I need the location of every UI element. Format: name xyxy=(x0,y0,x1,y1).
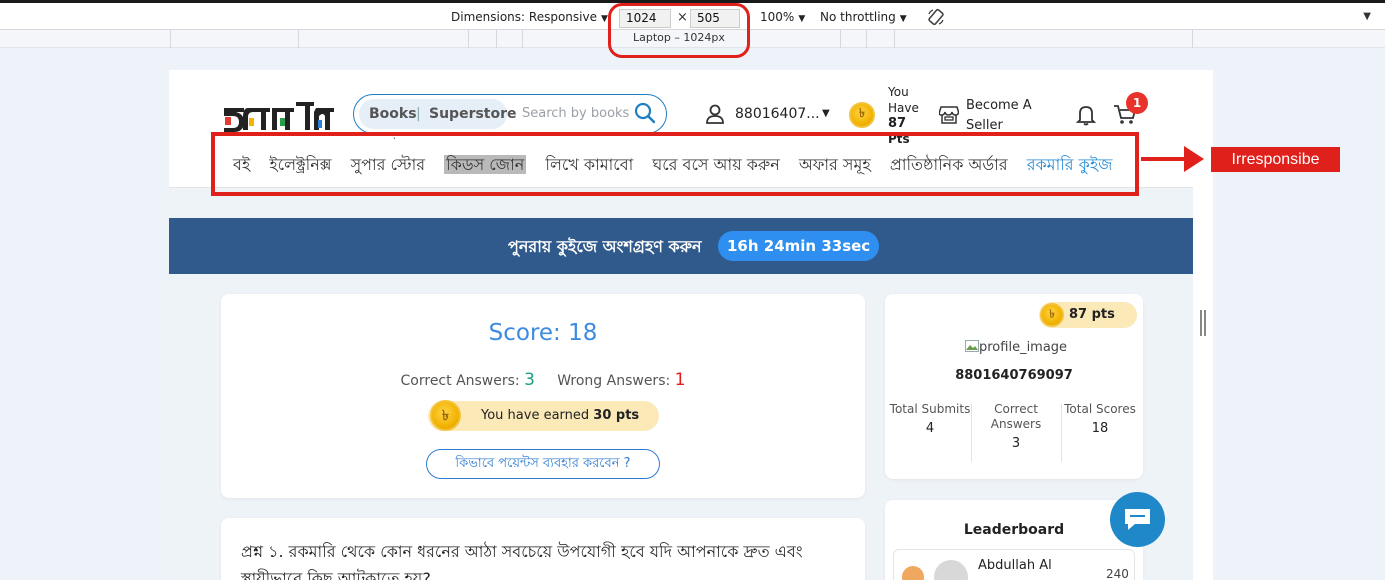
correct-count: 3 xyxy=(524,370,535,390)
leaderboard-title: Leaderboard xyxy=(963,522,1065,538)
coin-icon xyxy=(849,102,875,128)
wrong-label: Wrong Answers: xyxy=(557,373,671,389)
zoom-dropdown[interactable]: 100% ▼ xyxy=(760,10,805,24)
annotation-arrow-line xyxy=(1141,157,1186,161)
coin-icon xyxy=(430,400,461,431)
search-icon[interactable] xyxy=(634,102,656,124)
dimensions-dropdown[interactable]: Dimensions: Responsive ▼ xyxy=(451,10,608,24)
dimensions-label: Dimensions: Responsive xyxy=(451,10,597,24)
become-seller-label: Become A Seller xyxy=(966,98,1032,133)
stat-value: 3 xyxy=(1011,436,1021,451)
earned-value: 30 pts xyxy=(593,408,640,423)
rank-medal-icon xyxy=(902,566,924,580)
search-scope-toggle: Books | Superstore xyxy=(359,99,517,129)
throttling-dropdown[interactable]: No throttling ▼ xyxy=(820,10,907,24)
bell-icon[interactable] xyxy=(1075,104,1097,126)
rokomari-logo[interactable]: .com xyxy=(222,98,398,140)
chevron-down-icon: ▼ xyxy=(899,14,907,24)
annotation-oval-dimensions xyxy=(608,3,750,58)
chevron-down-icon: ▼ xyxy=(600,14,608,24)
profile-id: 8801640769097 xyxy=(955,368,1073,383)
search-bar: Books | Superstore Search by books xyxy=(353,94,667,134)
cart-count-badge: 1 xyxy=(1126,92,1148,114)
account-id: 88016407... xyxy=(735,106,820,122)
countdown-timer: 16h 24min 33sec xyxy=(718,231,880,261)
earned-points-pill: You have earned 30 pts xyxy=(428,400,659,431)
coin-icon xyxy=(1040,303,1064,327)
stat-label: Total Scores xyxy=(1064,402,1136,416)
search-input[interactable]: Search by books xyxy=(522,106,629,121)
question-text: প্রশ্ন ১. রকমারি থেকে কোন ধরনের আঠা সবচে… xyxy=(241,542,803,580)
avatar xyxy=(934,560,968,580)
leaderboard-card: Leaderboard Abdullah Al 240 xyxy=(885,500,1143,580)
user-icon xyxy=(706,104,724,124)
stat-total-submits: Total Submits 4 xyxy=(887,402,973,436)
answers-summary: Correct Answers: 3 Wrong Answers: 1 xyxy=(221,370,865,390)
stat-value: 4 xyxy=(925,421,935,436)
chat-button[interactable] xyxy=(1110,492,1165,547)
annotation-label: Irresponsibe xyxy=(1211,147,1340,172)
retry-quiz-text: পুনরায় কুইজে অংশগ্রহণ করুন xyxy=(508,237,702,256)
scope-separator: | xyxy=(416,106,421,122)
profile-points: 87 pts xyxy=(1069,307,1115,322)
rotate-icon[interactable] xyxy=(927,8,945,26)
points-value: 87 xyxy=(888,116,907,131)
more-options-icon[interactable]: ▼ xyxy=(1363,11,1371,22)
chat-bubble-icon xyxy=(1125,509,1150,530)
zoom-value: 100% xyxy=(760,10,795,24)
wrong-count: 1 xyxy=(674,370,686,390)
profile-image: profile_image xyxy=(965,340,1067,355)
stat-label: Total Submits xyxy=(889,402,971,416)
stat-correct-answers: Correct Answers 3 xyxy=(973,402,1059,451)
question-card: প্রশ্ন ১. রকমারি থেকে কোন ধরনের আঠা সবচে… xyxy=(221,518,865,580)
how-to-use-points-button[interactable]: কিভাবে পয়েন্টস ব্যবহার করবেন ? xyxy=(426,449,660,479)
profile-card: 87 pts profile_image 8801640769097 Total… xyxy=(885,294,1143,479)
correct-label: Correct Answers: xyxy=(400,373,520,389)
chevron-down-icon: ▼ xyxy=(822,108,830,119)
stat-value: 18 xyxy=(1091,421,1109,436)
score-title: Score: 18 xyxy=(488,320,598,346)
store-icon xyxy=(939,106,959,124)
broken-image-icon xyxy=(965,340,979,352)
score-card: Score: 18 Correct Answers: 3 Wrong Answe… xyxy=(221,294,865,498)
annotation-box-nav xyxy=(211,132,1139,196)
earned-prefix: You have earned xyxy=(481,408,590,423)
tab-books[interactable]: Books xyxy=(369,106,417,122)
profile-image-alt: profile_image xyxy=(979,340,1068,355)
chevron-down-icon: ▼ xyxy=(798,14,806,24)
leaderboard-score: 240 xyxy=(1106,567,1129,580)
profile-points-badge: 87 pts xyxy=(1039,302,1137,328)
stat-label: Correct Answers xyxy=(990,402,1042,431)
points-prefix: You Have xyxy=(888,85,919,115)
tab-superstore[interactable]: Superstore xyxy=(429,106,517,122)
throttling-value: No throttling xyxy=(820,10,896,24)
leaderboard-name: Abdullah Al xyxy=(978,558,1052,573)
stat-total-scores: Total Scores 18 xyxy=(1057,402,1143,436)
earned-text: You have earned 30 pts xyxy=(481,408,639,423)
leaderboard-row[interactable]: Abdullah Al 240 xyxy=(893,549,1135,580)
resize-handle[interactable] xyxy=(1200,310,1206,336)
logo-mark-icon xyxy=(224,102,334,132)
retry-quiz-banner: পুনরায় কুইজে অংশগ্রহণ করুন 16h 24min 33… xyxy=(169,218,1193,274)
annotation-arrow-head-icon xyxy=(1184,146,1204,172)
